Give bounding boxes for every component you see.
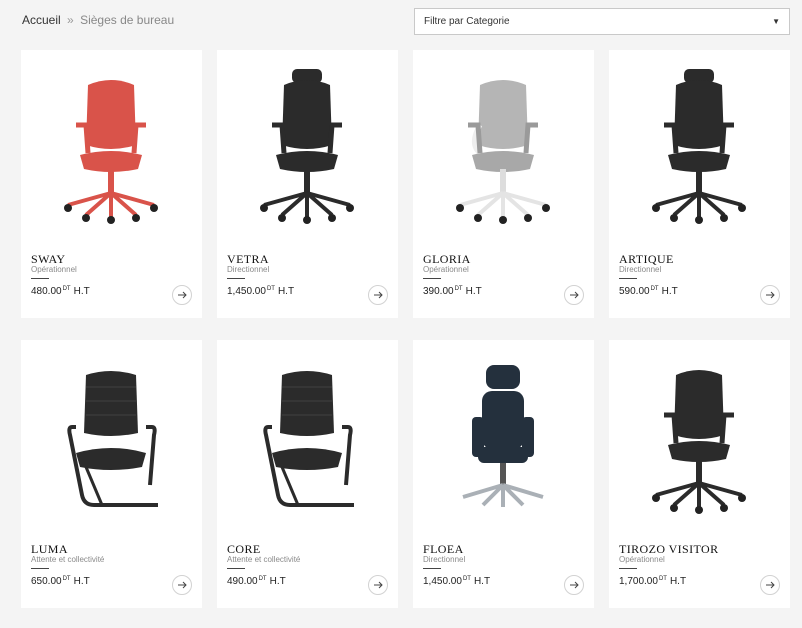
price-currency: DT [258,576,267,582]
price-suffix: H.T [277,286,295,297]
product-image[interactable] [429,350,577,520]
price-currency: DT [650,286,659,292]
divider [619,278,637,279]
price-value: 490.00 [227,576,258,587]
product-category: Directionnel [227,265,270,274]
price-value: 1,700.00 [619,576,658,587]
price-value: 390.00 [423,286,454,297]
product-image[interactable] [233,350,381,520]
price-currency: DT [62,286,71,292]
breadcrumb-current: Sièges de bureau [80,13,175,27]
view-product-button[interactable] [172,575,192,595]
price-value: 1,450.00 [423,576,462,587]
view-product-button[interactable] [564,575,584,595]
product-card[interactable]: GLORIA Opérationnel 390.00DT H.T [413,50,594,318]
divider [227,278,245,279]
view-product-button[interactable] [760,285,780,305]
product-card[interactable]: LUMA Attente et collectivité 650.00DT H.T [21,340,202,608]
price-currency: DT [62,576,71,582]
product-price: 1,700.00DT H.T [619,576,686,587]
price-suffix: H.T [669,576,687,587]
product-image[interactable] [37,350,185,520]
arrow-right-icon [178,581,187,589]
price-suffix: H.T [73,286,90,297]
price-value: 650.00 [31,576,62,587]
price-suffix: H.T [73,576,90,587]
product-category: Opérationnel [619,555,665,564]
product-card[interactable]: ARTIQUE Directionnel 590.00DT H.T [609,50,790,318]
product-category: Attente et collectivité [31,555,105,564]
product-price: 1,450.00DT H.T [423,576,490,587]
breadcrumb-separator: » [67,13,74,27]
divider [423,278,441,279]
product-image[interactable] [625,60,773,230]
product-card[interactable]: TIROZO VISITOR Opérationnel 1,700.00DT H.… [609,340,790,608]
divider [227,568,245,569]
arrow-right-icon [178,291,187,299]
product-category: Directionnel [423,555,466,564]
price-value: 1,450.00 [227,286,266,297]
top-bar: Accueil » Sièges de bureau Filtre par Ca… [22,8,790,36]
divider [423,568,441,569]
view-product-button[interactable] [172,285,192,305]
product-card[interactable]: CORE Attente et collectivité 490.00DT H.T [217,340,398,608]
product-image[interactable] [429,60,577,230]
price-currency: DT [658,576,667,582]
arrow-right-icon [570,581,579,589]
product-price: 480.00DT H.T [31,286,90,297]
arrow-right-icon [374,291,383,299]
product-card[interactable]: VETRA Directionnel 1,450.00DT H.T [217,50,398,318]
product-image[interactable] [37,60,185,230]
price-currency: DT [462,576,471,582]
price-value: 480.00 [31,286,62,297]
product-category: Directionnel [619,265,662,274]
view-product-button[interactable] [760,575,780,595]
arrow-right-icon [766,581,775,589]
product-category: Attente et collectivité [227,555,301,564]
product-category: Opérationnel [423,265,469,274]
product-price: 590.00DT H.T [619,286,678,297]
product-price: 650.00DT H.T [31,576,90,587]
price-suffix: H.T [661,286,678,297]
price-currency: DT [454,286,463,292]
arrow-right-icon [374,581,383,589]
product-price: 390.00DT H.T [423,286,482,297]
product-price: 1,450.00DT H.T [227,286,294,297]
view-product-button[interactable] [368,285,388,305]
price-currency: DT [266,286,275,292]
chevron-down-icon: ▼ [772,17,780,26]
product-image[interactable] [233,60,381,230]
price-value: 590.00 [619,286,650,297]
product-category: Opérationnel [31,265,77,274]
category-filter-select[interactable]: Filtre par Categorie ▼ [414,8,790,35]
breadcrumb: Accueil » Sièges de bureau [22,13,174,27]
divider [619,568,637,569]
view-product-button[interactable] [368,575,388,595]
product-price: 490.00DT H.T [227,576,286,587]
price-suffix: H.T [269,576,286,587]
view-product-button[interactable] [564,285,584,305]
product-card[interactable]: SWAY Opérationnel 480.00DT H.T [21,50,202,318]
arrow-right-icon [766,291,775,299]
divider [31,568,49,569]
price-suffix: H.T [473,576,491,587]
category-filter-label: Filtre par Categorie [424,16,510,27]
product-card[interactable]: FLOEA Directionnel 1,450.00DT H.T [413,340,594,608]
arrow-right-icon [570,291,579,299]
divider [31,278,49,279]
breadcrumb-home-link[interactable]: Accueil [22,13,61,27]
price-suffix: H.T [465,286,482,297]
product-image[interactable] [625,350,773,520]
